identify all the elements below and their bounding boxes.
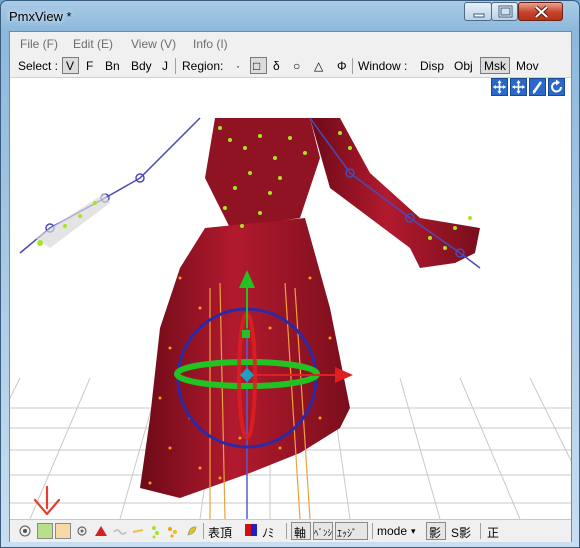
statusbar-separator bbox=[372, 523, 373, 539]
dress-bodice bbox=[205, 118, 320, 228]
menu-file[interactable]: File (F) bbox=[20, 37, 58, 51]
toolbar-separator bbox=[352, 58, 353, 74]
dress-skirt bbox=[140, 218, 350, 498]
select-bdy-button[interactable]: Bdy bbox=[131, 59, 152, 73]
bone-label: ﾍﾞﾝｼ bbox=[314, 528, 333, 538]
statusbar-separator bbox=[480, 523, 481, 539]
statusbar-separator bbox=[286, 523, 287, 539]
axis-label: 軸 bbox=[294, 526, 307, 540]
region-point-button[interactable]: · bbox=[236, 59, 240, 73]
leaf-icon[interactable] bbox=[186, 523, 198, 539]
menu-info[interactable]: Info (I) bbox=[193, 37, 228, 51]
maximize-icon bbox=[498, 5, 513, 18]
select-j-button[interactable]: J bbox=[162, 59, 168, 73]
select-f-button[interactable]: F bbox=[86, 59, 93, 73]
close-icon bbox=[534, 5, 549, 19]
menu-view[interactable]: View (V) bbox=[131, 37, 176, 51]
edge-label: ｴｯｼﾞ bbox=[337, 529, 357, 540]
title-bar[interactable]: PmxView * bbox=[1, 1, 579, 31]
dash-yellow-icon[interactable] bbox=[131, 523, 145, 539]
select-label: Select : bbox=[18, 59, 59, 73]
region-triangle-button[interactable]: △ bbox=[314, 59, 323, 73]
region-circle-button[interactable]: ○ bbox=[293, 59, 300, 73]
maximize-button[interactable] bbox=[491, 2, 518, 21]
window-obj-button[interactable]: Obj bbox=[454, 59, 473, 73]
mode-dropdown[interactable]: mode bbox=[377, 524, 407, 538]
window-mov-button[interactable]: Mov bbox=[516, 59, 539, 73]
view-navigation-tools bbox=[491, 78, 569, 97]
select-bn-button[interactable]: Bn bbox=[105, 59, 120, 73]
window-label: Window : bbox=[358, 59, 408, 73]
sshadow-toggle[interactable]: S影 bbox=[451, 524, 471, 541]
shadow-label: 影 bbox=[429, 526, 442, 540]
region-label: Region: bbox=[182, 59, 224, 73]
color-swatch-icon[interactable] bbox=[245, 524, 257, 536]
rotate-icon[interactable] bbox=[548, 78, 565, 96]
dots-green-icon[interactable] bbox=[150, 523, 162, 539]
triangle-red-icon[interactable] bbox=[94, 523, 108, 539]
annotation-arrow-icon bbox=[33, 485, 61, 516]
3d-viewport[interactable] bbox=[10, 78, 571, 519]
morph-label[interactable]: 表頂 bbox=[208, 524, 232, 541]
pen-tool-icon[interactable] bbox=[529, 78, 546, 96]
wave-icon[interactable] bbox=[113, 523, 127, 539]
status-bar: 表頂 ﾉﾐ 軸 ﾍﾞﾝｼ ｴｯｼﾞ mode ▾ 影 S影 正 bbox=[10, 519, 571, 542]
close-button[interactable] bbox=[518, 2, 563, 21]
circle-toggle-icon[interactable] bbox=[76, 523, 88, 539]
move-arrows-alt-icon[interactable] bbox=[510, 78, 527, 96]
window-disp-button[interactable]: Disp bbox=[420, 59, 444, 73]
toolbar: Select : V F Bn Bdy J Region: · □ δ ○ △ … bbox=[10, 55, 571, 78]
right-sleeve bbox=[310, 118, 480, 268]
minimize-icon bbox=[473, 13, 485, 18]
nomi-label[interactable]: ﾉﾐ bbox=[262, 524, 274, 541]
menu-edit[interactable]: Edit (E) bbox=[73, 37, 113, 51]
sei-toggle[interactable]: 正 bbox=[487, 524, 499, 541]
move-arrows-icon[interactable] bbox=[491, 78, 508, 96]
minimize-button[interactable] bbox=[464, 2, 492, 21]
chevron-down-icon[interactable]: ▾ bbox=[411, 526, 416, 537]
region-phi-button[interactable]: Φ bbox=[337, 59, 347, 73]
region-rect-button[interactable]: □ bbox=[253, 59, 260, 73]
statusbar-separator bbox=[203, 523, 204, 539]
region-delta-button[interactable]: δ bbox=[273, 59, 280, 73]
app-window: PmxView * File (F) Edit (E) View (V) Inf… bbox=[0, 0, 580, 548]
client-area: File (F) Edit (E) View (V) Info (I) Sele… bbox=[9, 31, 572, 542]
model-scene[interactable] bbox=[10, 78, 571, 519]
menu-bar: File (F) Edit (E) View (V) Info (I) bbox=[10, 32, 571, 55]
window-msk-button[interactable]: Msk bbox=[484, 59, 506, 73]
dots-orange-icon[interactable] bbox=[167, 523, 179, 539]
window-title: PmxView * bbox=[9, 9, 72, 24]
toolbar-separator bbox=[175, 58, 176, 74]
select-v-button[interactable]: V bbox=[66, 59, 74, 73]
